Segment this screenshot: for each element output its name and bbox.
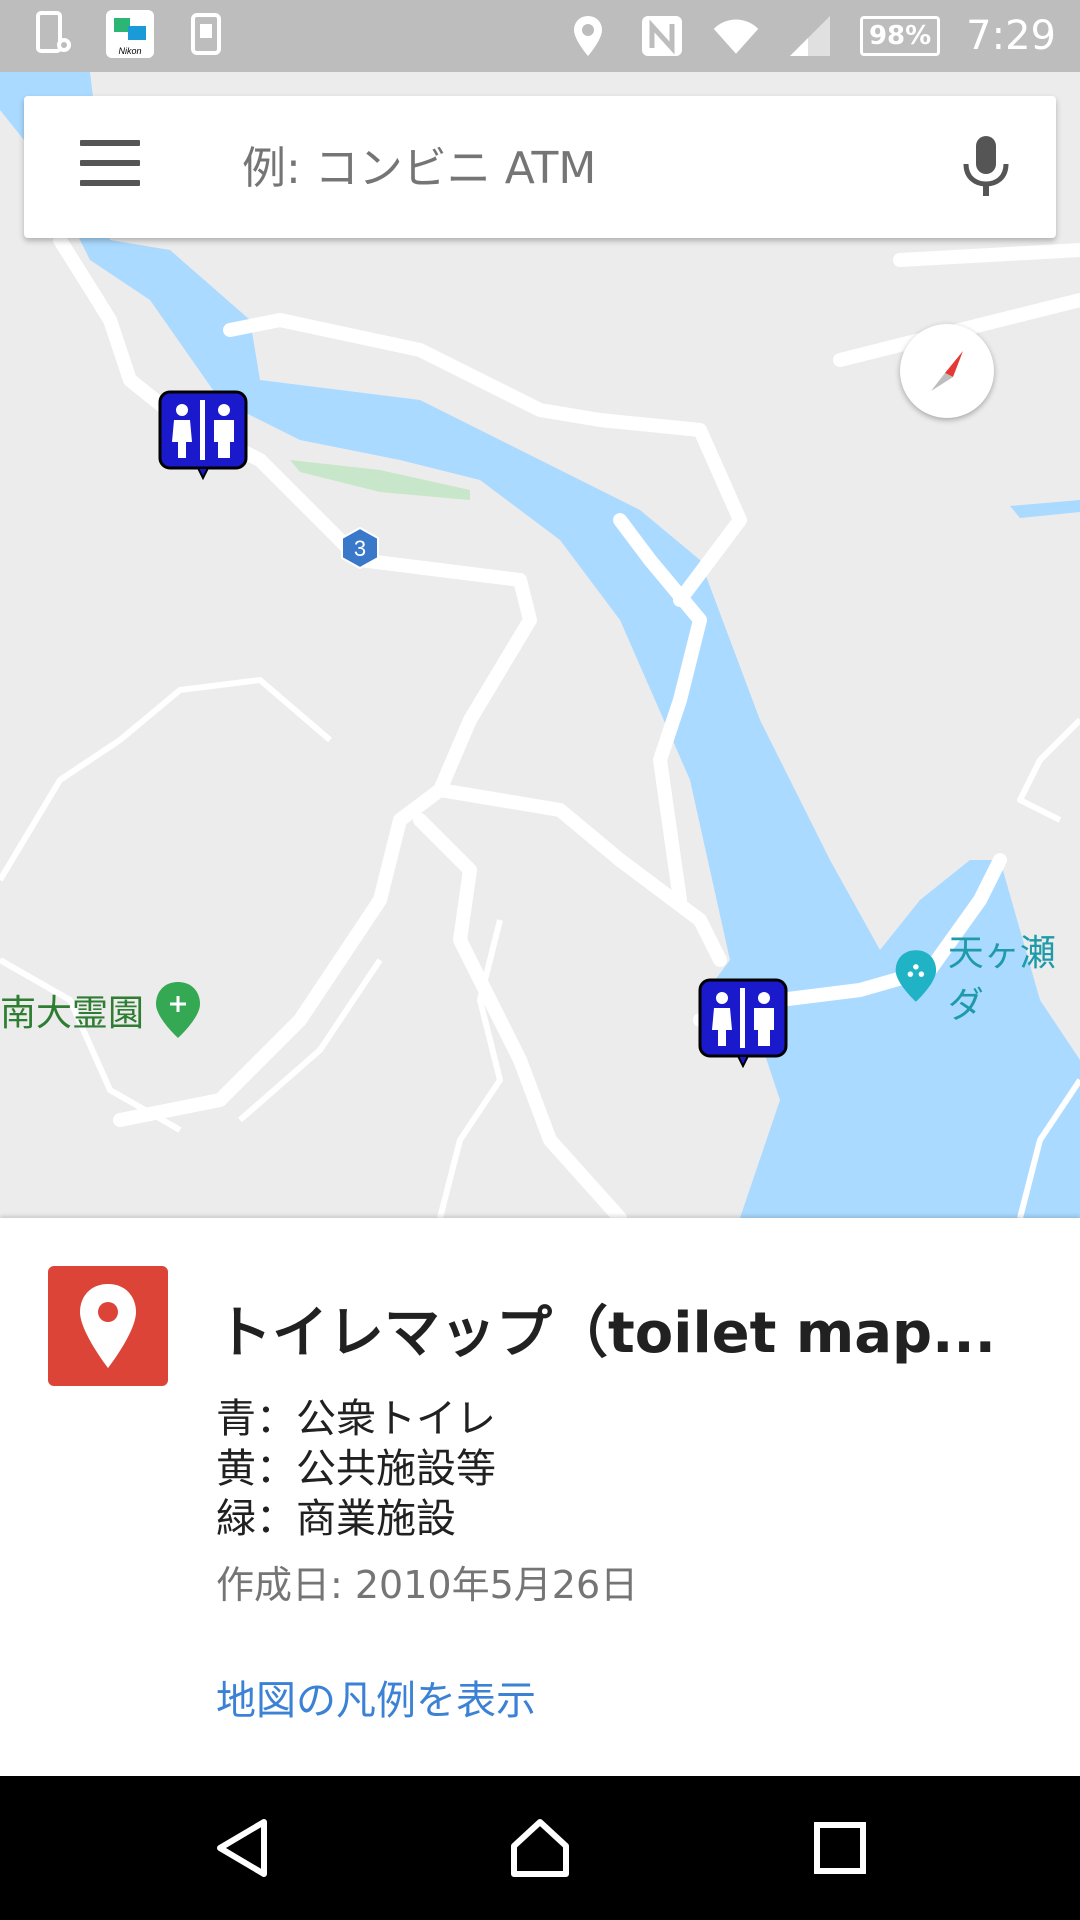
battery-indicator: 98% (859, 16, 941, 56)
toilet-icon (158, 390, 248, 481)
navigation-bar (0, 1776, 1080, 1920)
toilet-icon (698, 978, 788, 1069)
svg-text:Nikon: Nikon (118, 46, 141, 56)
search-input[interactable] (240, 130, 944, 206)
cemetery-pin-icon (156, 982, 201, 1038)
route-badge: 3 (340, 526, 380, 570)
toilet-marker[interactable] (698, 978, 788, 1069)
recent-apps-icon[interactable] (804, 1812, 876, 1884)
map-info-sheet: トイレマップ（toilet map... 青：公衆トイレ 黄：公共施設等 緑：商… (0, 1218, 1080, 1776)
place-dam[interactable]: 天ヶ瀬ダ (892, 924, 1080, 1028)
nfc-icon (638, 12, 686, 60)
nikon-app-icon: Nikon (106, 10, 154, 58)
location-icon (564, 12, 612, 60)
compass-icon (931, 351, 963, 391)
description-line: 緑：商業施設 (216, 1496, 456, 1542)
clock: 7:29 (966, 13, 1056, 59)
place-cemetery[interactable]: 南大霊園 (0, 980, 204, 1040)
place-label: 南大霊園 (0, 993, 145, 1034)
screen-settings-icon (30, 10, 78, 58)
map-description: 青：公衆トイレ 黄：公共施設等 緑：商業施設 (216, 1394, 496, 1544)
map-view[interactable]: 3 南大霊園 天ヶ瀬ダ (0, 72, 1080, 1218)
hamburger-menu-icon[interactable] (80, 140, 140, 194)
wifi-icon (712, 12, 760, 60)
search-bar (24, 96, 1056, 238)
created-date: 作成日: 2010年5月26日 (216, 1563, 639, 1607)
place-label: 天ヶ瀬ダ (947, 933, 1056, 1026)
map-title: トイレマップ（toilet map... (216, 1301, 996, 1366)
compass-button[interactable] (900, 324, 994, 418)
back-icon[interactable] (206, 1812, 278, 1884)
signal-icon (786, 12, 834, 60)
description-line: 黄：公共施設等 (216, 1446, 496, 1492)
show-legend-link[interactable]: 地図の凡例を表示 (216, 1668, 536, 1726)
description-line: 青：公衆トイレ (216, 1396, 496, 1442)
toilet-marker[interactable] (158, 390, 248, 481)
status-bar: Nikon 98% 7:29 (0, 0, 1080, 72)
svg-text:3: 3 (354, 536, 366, 561)
dam-pin-icon (895, 950, 937, 1002)
sim-card-icon (182, 10, 230, 58)
home-icon[interactable] (504, 1812, 576, 1884)
microphone-icon[interactable] (960, 134, 1012, 200)
map-pin-icon (48, 1266, 168, 1386)
